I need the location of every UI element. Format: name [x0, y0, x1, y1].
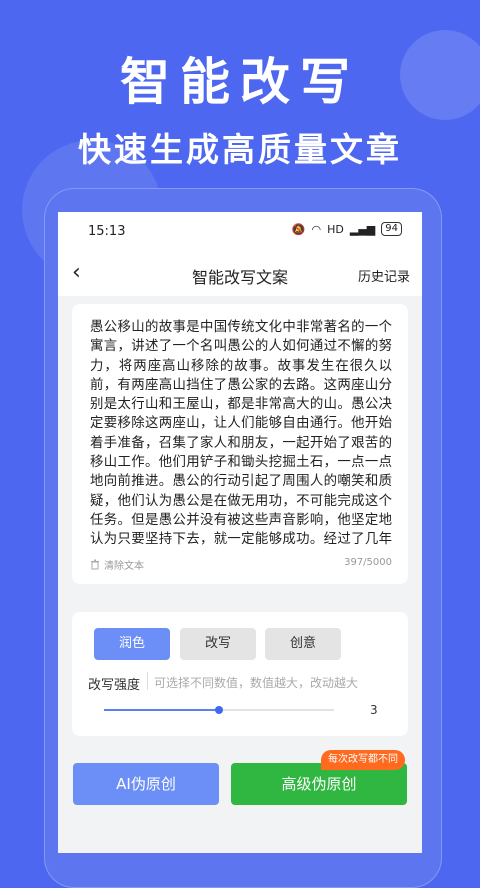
- strength-hint: 可选择不同数值，数值越大，改动越大: [154, 676, 359, 690]
- char-counter: 397/5000: [344, 557, 392, 568]
- mode-polish-button[interactable]: 润色: [94, 628, 170, 660]
- clear-text-label: 清除文本: [104, 561, 144, 572]
- wifi-icon: ◠: [311, 222, 322, 236]
- strength-value: 3: [370, 703, 378, 717]
- nav-bar: ‹ 智能改写文案 历史记录: [58, 250, 422, 296]
- clear-text-button[interactable]: 清除文本: [90, 557, 144, 572]
- history-link[interactable]: 历史记录: [358, 266, 410, 285]
- hd-icon: HD: [327, 222, 344, 236]
- status-time: 15:13: [88, 224, 126, 239]
- battery-icon: 94: [381, 222, 402, 236]
- mode-creative-button[interactable]: 创意: [265, 628, 341, 660]
- signal-icon: ▂▄▆: [349, 222, 376, 236]
- ai-rewrite-button[interactable]: AI伪原创: [73, 763, 219, 805]
- slider-fill: [104, 709, 219, 711]
- divider: [147, 672, 148, 690]
- text-editor-card: 愚公移山的故事是中国传统文化中非常著名的一个寓言，讲述了一个名叫愚公的人如何通过…: [72, 304, 408, 584]
- promo-headline: 智能改写: [120, 53, 360, 111]
- rewrite-options-card: 润色 改写 创意 改写强度 可选择不同数值，数值越大，改动越大 3: [72, 612, 408, 736]
- strength-slider[interactable]: [104, 706, 334, 714]
- strength-label: 改写强度: [88, 678, 141, 693]
- mute-icon: 🔕: [291, 222, 306, 236]
- status-bar: 15:13 🔕 ◠ HD ▂▄▆ 94: [58, 212, 422, 250]
- app-screen: 15:13 🔕 ◠ HD ▂▄▆ 94 ‹ 智能改写文案 历史记录 愚公移山的故…: [58, 212, 422, 853]
- slider-handle[interactable]: [215, 706, 223, 714]
- status-icons: 🔕 ◠ HD ▂▄▆ 94: [292, 222, 402, 236]
- promo-subheadline: 快速生成高质量文章: [78, 130, 402, 169]
- badge: 每次改写都不同: [321, 750, 405, 770]
- mode-rewrite-button[interactable]: 改写: [180, 628, 256, 660]
- trash-icon: [91, 559, 99, 570]
- article-text-input[interactable]: 愚公移山的故事是中国传统文化中非常著名的一个寓言，讲述了一个名叫愚公的人如何通过…: [90, 318, 392, 550]
